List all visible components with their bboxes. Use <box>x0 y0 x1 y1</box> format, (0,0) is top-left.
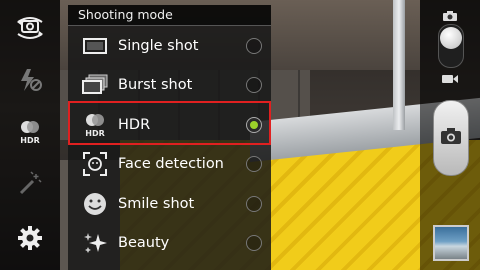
mode-switch-knob[interactable] <box>440 27 462 49</box>
flash-button[interactable] <box>12 64 48 100</box>
mode-item-smile-shot[interactable]: Smile shot <box>68 184 271 224</box>
hdr-mode-icon: HDR <box>17 119 43 149</box>
hdr-icon-label: HDR <box>85 129 105 138</box>
single-shot-icon <box>78 32 112 60</box>
beauty-icon <box>78 229 112 257</box>
hdr-icon: HDR <box>78 111 112 139</box>
shutter-button[interactable] <box>433 100 469 176</box>
shutter-camera-icon <box>440 127 462 149</box>
effects-button[interactable] <box>12 168 48 204</box>
shooting-mode-list: Single shot Burst shot HDR HDR Face dete… <box>68 26 271 263</box>
switch-camera-button[interactable] <box>12 12 48 48</box>
right-control-bar <box>420 0 480 270</box>
settings-gear-icon <box>17 225 43 255</box>
flash-off-icon <box>17 67 43 97</box>
effects-wand-icon <box>17 171 43 201</box>
mode-item-hdr[interactable]: HDR HDR <box>68 105 271 145</box>
mode-item-beauty[interactable]: Beauty <box>68 224 271 264</box>
hdr-mode-label: HDR <box>20 136 40 145</box>
face-detection-icon <box>78 150 112 178</box>
panel-title: Shooting mode <box>68 5 271 26</box>
switch-camera-icon <box>15 15 45 45</box>
mode-item-burst-shot[interactable]: Burst shot <box>68 66 271 106</box>
mode-switch-toggle[interactable] <box>438 24 464 68</box>
smile-shot-icon <box>78 190 112 218</box>
shooting-mode-panel: Shooting mode Single shot Burst shot HDR… <box>68 5 271 270</box>
mode-radio[interactable] <box>246 195 262 212</box>
burst-shot-icon <box>78 71 112 99</box>
mode-radio-selected[interactable] <box>246 116 262 133</box>
left-control-bar: HDR <box>0 0 60 270</box>
mode-item-single-shot[interactable]: Single shot <box>68 26 271 66</box>
gallery-thumbnail[interactable] <box>433 225 469 261</box>
video-mode-icon[interactable] <box>441 70 459 89</box>
settings-button[interactable] <box>12 222 48 258</box>
mode-item-face-detection[interactable]: Face detection <box>68 145 271 185</box>
hdr-mode-button[interactable]: HDR <box>12 116 48 152</box>
mode-radio[interactable] <box>246 37 262 54</box>
viewfinder-pole <box>393 0 405 130</box>
